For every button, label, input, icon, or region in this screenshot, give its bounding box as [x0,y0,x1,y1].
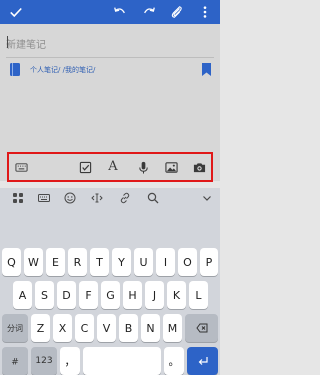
key-n[interactable]: N [141,314,160,342]
search-icon[interactable] [146,191,160,205]
key-l[interactable]: L [189,281,208,309]
key-i[interactable]: I [156,248,175,276]
backspace-key[interactable] [185,314,218,342]
emoji-icon[interactable] [63,191,77,205]
note-title-input[interactable]: 新建笔记 [6,36,206,51]
key-h[interactable]: H [123,281,142,309]
key-e[interactable]: E [46,248,65,276]
key-g[interactable]: G [101,281,120,309]
title-divider [6,57,214,58]
checklist-icon[interactable] [78,160,92,174]
link-icon[interactable] [118,191,132,205]
key-q[interactable]: Q [2,248,21,276]
key-t[interactable]: T [90,248,109,276]
notebook-selector[interactable]: 个人笔记/ /我的笔记/ [0,61,220,79]
enter-key[interactable] [187,347,218,375]
redo-icon[interactable] [141,4,157,20]
symbol-icon: # [11,358,19,368]
collapse-keyboard-icon[interactable] [200,191,214,205]
top-app-bar [0,0,220,24]
key-d[interactable]: D [57,281,76,309]
backspace-icon [195,323,207,333]
symbol-key[interactable]: # [2,347,28,375]
key-x[interactable]: X [53,314,72,342]
svg-text:#: # [11,358,19,368]
keyboard-icon[interactable] [14,160,28,174]
key-u[interactable]: U [134,248,153,276]
enter-icon [198,357,208,365]
key-c[interactable]: C [75,314,94,342]
more-options-icon[interactable] [197,4,213,20]
key-j[interactable]: J [145,281,164,309]
key-f[interactable]: F [79,281,98,309]
apps-grid-icon[interactable] [11,191,25,205]
notebook-icon [10,63,20,76]
keyboard-layout-icon[interactable] [37,191,51,205]
key-m[interactable]: M [163,314,182,342]
segment-key[interactable]: 分词 [2,314,28,342]
notebook-path: 个人笔记/ /我的笔记/ [30,66,96,74]
key-b[interactable]: B [119,314,138,342]
image-icon[interactable] [164,160,178,174]
key-s[interactable]: S [35,281,54,309]
attachment-icon[interactable] [169,4,185,20]
keyboard-toolbar [0,188,220,208]
camera-icon[interactable] [192,160,206,174]
bookmark-icon[interactable] [202,63,211,76]
key-k[interactable]: K [167,281,186,309]
check-icon[interactable] [8,4,24,20]
numbers-key[interactable]: 123 [31,347,57,375]
key-v[interactable]: V [97,314,116,342]
key-p[interactable]: P [200,248,218,276]
key-r[interactable]: R [68,248,87,276]
undo-icon[interactable] [112,4,128,20]
key-o[interactable]: O [178,248,197,276]
text-cursor [7,36,8,48]
comma-key[interactable]: ， [60,347,80,375]
cursor-move-icon[interactable] [90,191,104,205]
microphone-icon[interactable] [136,160,150,174]
key-w[interactable]: W [24,248,43,276]
space-key[interactable] [83,347,161,375]
key-z[interactable]: Z [31,314,50,342]
key-a[interactable]: A [13,281,32,309]
text-format-icon[interactable]: A [106,160,120,174]
key-y[interactable]: Y [112,248,131,276]
period-key[interactable]: 。 [164,347,184,375]
